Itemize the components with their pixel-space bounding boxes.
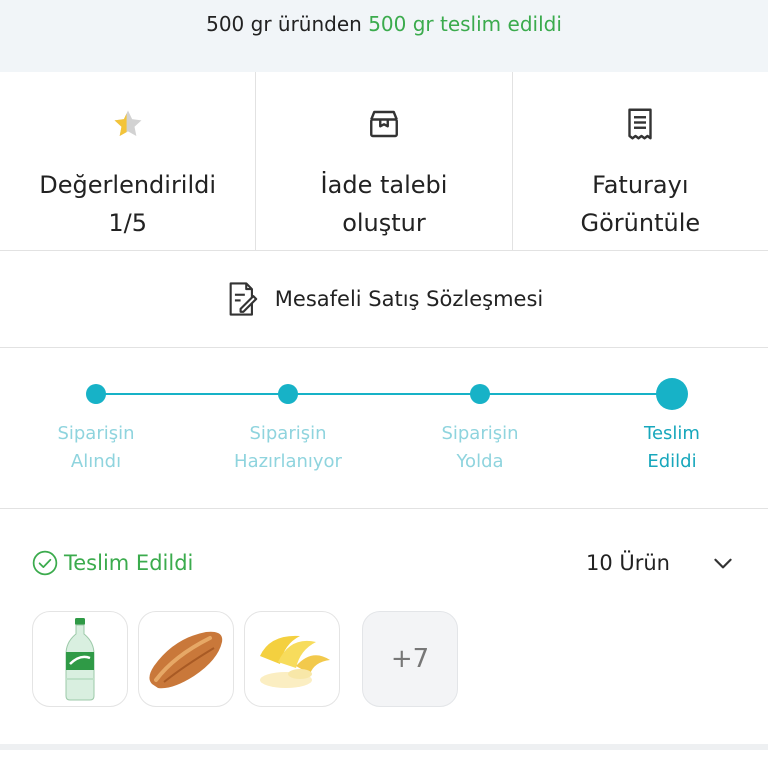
timeline-label-delivered: Teslim Edildi [644, 423, 700, 472]
timeline-label-on-the-way: Siparişin Yolda [441, 423, 519, 472]
product-thumb-banana[interactable] [244, 611, 340, 707]
star-icon [108, 104, 148, 144]
bottle-icon [65, 618, 95, 701]
return-request-action[interactable]: İade talebi oluştur [256, 72, 513, 250]
more-products-button[interactable]: +7 [362, 611, 458, 707]
timeline-label-received: Siparişin Alındı [57, 423, 135, 472]
bottom-divider [0, 744, 768, 750]
chevron-down-icon[interactable] [710, 550, 736, 576]
check-circle-icon [32, 550, 58, 576]
bread-icon [149, 631, 223, 689]
order-progress-timeline: Siparişin Alındı Siparişin Hazırlanıyor Si… [0, 348, 768, 509]
timeline-track [96, 393, 672, 395]
timeline-dot-on-the-way [470, 384, 490, 404]
more-products-label: +7 [390, 644, 430, 674]
order-actions: Değerlendirildi 1/5 İade talebi oluştur Fa… [0, 72, 768, 251]
delivery-status-row[interactable]: Teslim Edildi 10 Ürün [0, 509, 768, 617]
view-invoice-action[interactable]: Faturayı Görüntüle [513, 72, 768, 250]
view-invoice-label: Faturayı Görüntüle [580, 171, 701, 237]
product-thumb-sprite[interactable] [32, 611, 128, 707]
delivery-status: Teslim Edildi [32, 550, 193, 576]
return-request-label: İade talebi oluştur [320, 171, 448, 237]
delivery-summary-banner: 500 gr üründen 500 gr teslim edildi [0, 0, 768, 72]
timeline-dot-preparing [278, 384, 298, 404]
banner-highlight: 500 gr teslim edildi [368, 12, 562, 36]
product-thumbnails: +7 [0, 611, 768, 707]
delivery-status-label: Teslim Edildi [64, 551, 194, 575]
contract-label: Mesafeli Satış Sözleşmesi [274, 287, 544, 311]
product-count-toggle[interactable]: 10 Ürün [586, 550, 736, 576]
document-edit-icon [225, 279, 261, 319]
timeline-dot-received [86, 384, 106, 404]
distance-sales-contract-link[interactable]: Mesafeli Satış Sözleşmesi [0, 251, 768, 348]
product-thumb-bread[interactable] [138, 611, 234, 707]
return-box-icon [364, 104, 404, 144]
rating-label: Değerlendirildi 1/5 [39, 171, 217, 237]
banana-icon [260, 635, 330, 688]
rating-action[interactable]: Değerlendirildi 1/5 [0, 72, 257, 250]
product-count-label: 10 Ürün [585, 551, 670, 575]
invoice-icon [620, 104, 660, 144]
timeline-label-preparing: Siparişin Hazırlanıyor [234, 423, 342, 472]
timeline-dot-delivered [656, 378, 688, 410]
banner-prefix: 500 gr üründen [206, 12, 362, 36]
